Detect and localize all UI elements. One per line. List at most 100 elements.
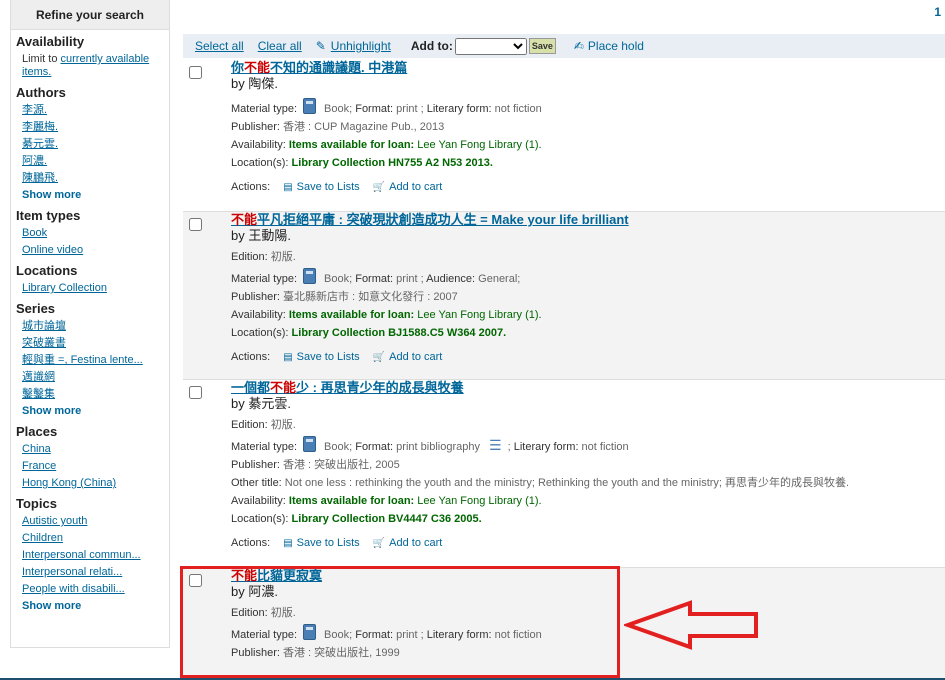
result-content: 一個都不能少 : 再思青少年的成長與牧養 by 綦元雲. Edition: 初版… [231,380,941,553]
topic-facet-item[interactable]: Children [22,532,63,544]
availability-label: Availability: [231,309,286,321]
item-type-facet-item[interactable]: Online video [22,244,83,256]
currently-available-link[interactable]: currently available [61,53,150,65]
save-to-lists-link[interactable]: Save to Lists [297,351,360,363]
location-line: Location(s): Library Collection HN755 A2… [231,154,941,172]
actions-label: Actions: [231,351,271,363]
author-facet-item[interactable]: 李源. [22,104,47,116]
topic-facet-item[interactable]: Interpersonal commun... [22,549,141,561]
actions-line: Actions: ▤ Save to Lists 🛒 Add to cart [231,348,941,367]
left-arrow-icon [624,600,758,650]
topics-show-more[interactable]: Show more [22,600,81,612]
add-to-select[interactable] [454,37,527,55]
availability-line: Availability: Items available for loan: … [231,136,941,154]
result-checkbox[interactable] [189,574,202,587]
author-facet-item[interactable]: 阿濃. [22,155,47,167]
availability-status: Items available for loan: [285,495,415,507]
title-part[interactable]: 你 [231,60,244,75]
result-title[interactable]: 你不能不知的通識議題. 中港篇 [231,60,941,76]
availability-label: Availability: [231,139,286,151]
material-type-line: Material type: Book; Format: print ; Lite… [231,98,941,118]
add-to-cart-link[interactable]: Add to cart [389,181,442,193]
select-all-link[interactable]: Select all [195,39,244,53]
result-title[interactable]: 一個都不能少 : 再思青少年的成長與牧養 [231,380,941,396]
facet-item-types: Item types Book Online video [11,208,169,259]
title-highlight[interactable]: 不能 [231,568,257,583]
publisher-label: Publisher: [231,647,280,659]
save-button[interactable]: Save [528,38,556,54]
items-link[interactable]: items. [22,66,51,78]
author-facet-item[interactable]: 綦元雲. [22,138,58,150]
title-part[interactable]: 少 : 再思青少年的成長與牧養 [296,380,464,395]
unhighlight-link[interactable]: Unhighlight [331,39,391,53]
save-to-lists-link[interactable]: Save to Lists [297,537,360,549]
author-facet-item[interactable]: 李麗梅. [22,121,58,133]
publisher-label: Publisher: [231,121,280,133]
book-icon [303,268,317,284]
publisher-line: Publisher: 臺北縣新店市 : 如意文化發行 : 2007 [231,288,941,306]
location-facet-item[interactable]: Library Collection [22,282,107,294]
cart-icon: 🛒 [372,538,386,549]
result-checkbox[interactable] [189,66,202,79]
edition-label: Edition: [231,251,268,263]
title-highlight[interactable]: 不能 [270,380,296,395]
literary-form-value: not fiction [491,103,542,115]
location-value: Library Collection BJ1588.C5 W364 2007. [288,327,507,339]
series-show-more[interactable]: Show more [22,405,81,417]
page-number-link[interactable]: 1 [934,5,941,19]
series-facet-item[interactable]: 城市論壇 [22,320,66,332]
save-to-lists-icon: ▤ [283,538,293,549]
topic-facet-item[interactable]: Interpersonal relati... [22,566,122,578]
other-title-label: Other title: [231,477,282,489]
title-part[interactable]: 一個都 [231,380,270,395]
place-facet-item[interactable]: France [22,460,56,472]
series-facet-item[interactable]: 輕與重 =, Festina lente... [22,354,143,366]
location-label: Location(s): [231,327,289,339]
format-label: Format: [355,441,394,453]
result-title[interactable]: 不能比貓更寂寞 [231,568,941,584]
publisher-label: Publisher: [231,291,280,303]
series-facet-item[interactable]: 突破叢書 [22,337,66,349]
result-item: 一個都不能少 : 再思青少年的成長與牧養 by 綦元雲. Edition: 初版… [183,380,945,568]
place-facet-item[interactable]: China [22,443,51,455]
location-label: Location(s): [231,513,289,525]
result-item: 不能比貓更寂寞 by 阿濃. Edition: 初版. Material typ… [183,568,945,678]
literary-form-label: Literary form: [426,103,492,115]
result-checkbox[interactable] [189,386,202,399]
authors-show-more[interactable]: Show more [22,189,81,201]
add-to-label: Add to: [410,39,453,53]
title-part[interactable]: 比貓更寂寞 [257,568,322,583]
book-icon [303,436,317,452]
author-facet-item[interactable]: 陳鵬飛. [22,172,58,184]
format-label: Format: [355,629,394,641]
audience-value: General; [475,273,521,285]
result-title[interactable]: 不能平凡拒絕平庸 : 突破現狀創造成功人生 = Make your life b… [231,212,941,228]
title-highlight[interactable]: 不能 [244,60,270,75]
result-checkbox[interactable] [189,218,202,231]
location-label: Location(s): [231,157,289,169]
actions-label: Actions: [231,181,271,193]
add-to-cart-link[interactable]: Add to cart [389,351,442,363]
title-part[interactable]: 平凡拒絕平庸 : 突破現狀創造成功人生 = Make your life bri… [257,212,629,227]
topic-facet-item[interactable]: People with disabili... [22,583,125,595]
topic-facet-item[interactable]: Autistic youth [22,515,87,527]
location-line: Location(s): Library Collection BV4447 C… [231,510,941,528]
title-highlight[interactable]: 不能 [231,212,257,227]
material-type-line: Material type: Book; Format: print ; Lite… [231,624,941,644]
clear-all-link[interactable]: Clear all [258,39,302,53]
title-part[interactable]: 不知的通識議題. 中港篇 [270,60,407,75]
publisher-value: 香港 : 突破出版社, 2005 [279,459,400,471]
edition-line: Edition: 初版. [231,416,941,434]
literary-form-value: not fiction [491,629,542,641]
bibliography-list-icon: ☰ [489,437,502,453]
place-hold-link[interactable]: Place hold [588,39,644,53]
add-to-cart-link[interactable]: Add to cart [389,537,442,549]
series-facet-item[interactable]: 邁識網 [22,371,55,383]
item-type-facet-item[interactable]: Book [22,227,47,239]
place-facet-item[interactable]: Hong Kong (China) [22,477,116,489]
literary-form-value: not fiction [578,441,629,453]
series-facet-item[interactable]: 鑿鑿集 [22,388,55,400]
facet-heading-places: Places [16,424,58,439]
edition-value: 初版. [270,607,296,619]
save-to-lists-link[interactable]: Save to Lists [297,181,360,193]
